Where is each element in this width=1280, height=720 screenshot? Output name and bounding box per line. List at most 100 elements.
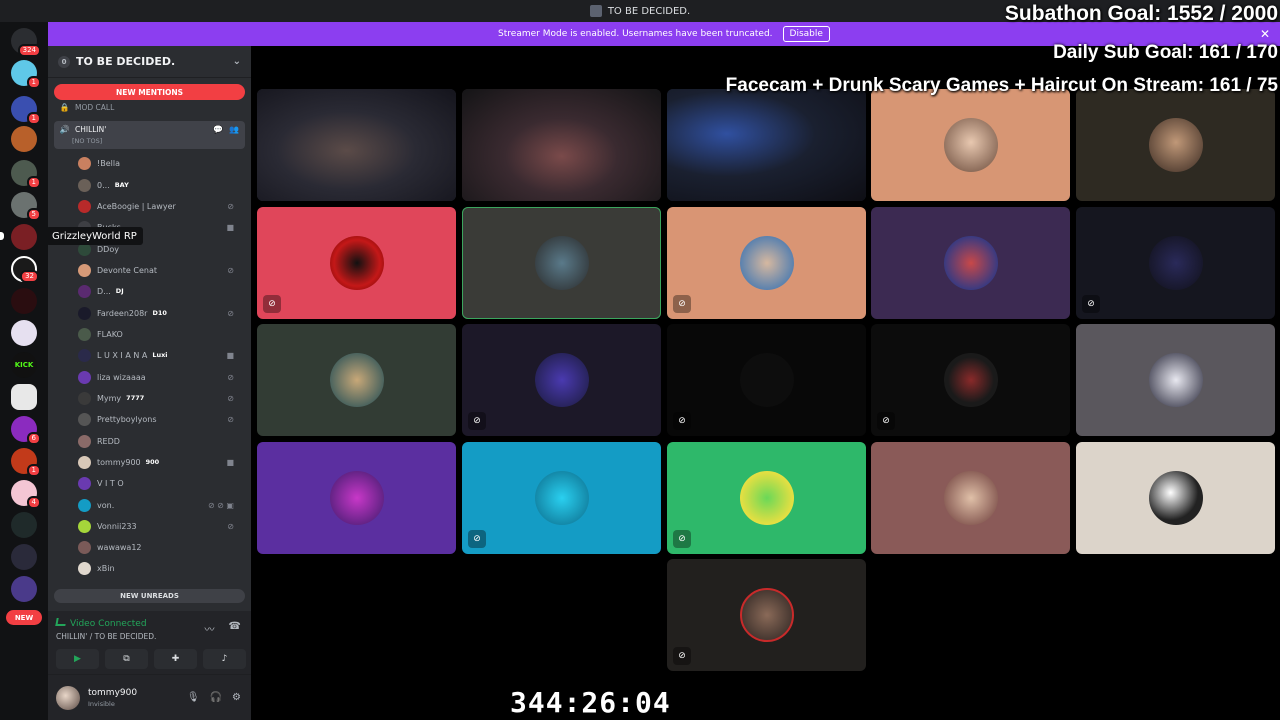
server-icon[interactable]: 1: [11, 60, 41, 89]
video-tile[interactable]: ⊘: [667, 442, 866, 554]
video-tile[interactable]: [257, 442, 456, 554]
voice-member[interactable]: xBin: [78, 558, 238, 578]
voice-member[interactable]: tommy900 900 ■: [78, 452, 238, 472]
server-icon[interactable]: 5: [11, 192, 41, 221]
member-name: D...: [97, 286, 111, 296]
channel-mod-call[interactable]: 🔒 MOD CALL: [54, 98, 245, 116]
voice-member[interactable]: L U X I A N A Luxi ■: [78, 345, 238, 365]
channel-chillin[interactable]: 🔊 CHILLIN' [NO TOS] 💬 👥: [54, 121, 245, 149]
member-name: AceBoogie | Lawyer: [97, 201, 176, 211]
member-tag: DJ: [115, 287, 124, 295]
gear-icon[interactable]: ⚙: [232, 692, 241, 703]
voice-member[interactable]: !Bella: [78, 153, 238, 173]
server-icon[interactable]: [11, 320, 37, 346]
server-icon[interactable]: [11, 512, 37, 538]
video-tile[interactable]: ⊘: [1076, 207, 1275, 319]
voice-connection-status[interactable]: Video Connected: [56, 618, 147, 629]
voice-member[interactable]: wawawa12: [78, 537, 238, 557]
video-tile[interactable]: [1076, 442, 1275, 554]
voice-member[interactable]: Devonte Cenat ⊘: [78, 260, 238, 280]
chevron-down-icon: ⌄: [232, 56, 241, 67]
video-tile[interactable]: ⊘: [667, 207, 866, 319]
server-icon[interactable]: [11, 384, 37, 410]
video-tile[interactable]: ⊘: [462, 442, 661, 554]
server-icon[interactable]: [11, 576, 37, 602]
close-icon[interactable]: ✕: [1260, 27, 1270, 41]
video-tile[interactable]: [1076, 324, 1275, 436]
video-tile[interactable]: [257, 89, 456, 201]
server-name: TO BE DECIDED.: [76, 55, 176, 68]
microphone-icon[interactable]: 🎙: [187, 692, 200, 703]
voice-member[interactable]: von. ⊘ ⊘ ▣: [78, 495, 238, 515]
member-name: V I T O: [97, 478, 124, 488]
server-icon[interactable]: 4: [11, 480, 41, 509]
member-tag: 900: [145, 458, 160, 466]
avatar: [739, 236, 794, 290]
avatar: [78, 412, 91, 426]
avatar: [534, 353, 589, 407]
voice-member[interactable]: 0... BAY: [78, 175, 238, 195]
voice-member[interactable]: Mymy 7777 ⊘: [78, 388, 238, 408]
avatar[interactable]: [56, 685, 80, 710]
video-tile[interactable]: ⊘: [871, 324, 1070, 436]
video-tile[interactable]: [871, 89, 1070, 201]
server-icon[interactable]: [11, 288, 37, 314]
server-icon[interactable]: 1: [11, 96, 41, 125]
muted-icon: ⊘: [468, 412, 486, 430]
voice-member[interactable]: AceBoogie | Lawyer ⊘: [78, 196, 238, 216]
new-servers-pill[interactable]: NEW: [6, 610, 42, 625]
chat-icon[interactable]: 💬: [213, 125, 223, 134]
user-info[interactable]: tommy900 Invisible: [88, 688, 137, 708]
voice-location[interactable]: CHILLIN' / TO BE DECIDED.: [56, 632, 156, 641]
video-tile[interactable]: ⊘: [667, 559, 866, 671]
activities-button[interactable]: ✚: [154, 649, 197, 669]
voice-member[interactable]: FLAKO: [78, 324, 238, 344]
video-tile[interactable]: [871, 442, 1070, 554]
voice-member[interactable]: liza wizaaaa ⊘: [78, 367, 238, 387]
video-tile[interactable]: [1076, 89, 1275, 201]
video-tile-speaking[interactable]: [462, 207, 661, 319]
avatar: [78, 327, 91, 341]
discord-home-icon[interactable]: 324: [11, 28, 41, 57]
window-title: TO BE DECIDED.: [607, 5, 691, 17]
server-icon[interactable]: [11, 224, 37, 250]
server-header[interactable]: 0 TO BE DECIDED. ⌄: [48, 46, 251, 78]
server-icon[interactable]: [11, 544, 37, 570]
voice-member[interactable]: REDD: [78, 431, 238, 451]
server-icon[interactable]: [11, 126, 37, 152]
disable-streamer-mode-button[interactable]: Disable: [782, 26, 830, 42]
video-tile[interactable]: ⊘: [462, 324, 661, 436]
video-tile[interactable]: ⊘: [257, 207, 456, 319]
server-icon[interactable]: 1: [11, 160, 41, 189]
voice-member[interactable]: D... DJ: [78, 281, 238, 301]
voice-member[interactable]: Fardeen208r D10 ⊘: [78, 303, 238, 323]
add-member-icon[interactable]: 👥: [229, 125, 239, 134]
soundboard-button[interactable]: ♪: [203, 649, 246, 669]
camera-button[interactable]: ▶: [56, 649, 99, 669]
channel-subtitle: [NO TOS]: [72, 137, 103, 145]
lock-voice-icon: 🔒: [59, 102, 70, 112]
video-tile[interactable]: [667, 89, 866, 201]
avatar: [943, 471, 998, 525]
video-tile[interactable]: ⊘: [667, 324, 866, 436]
server-icon[interactable]: 1: [11, 448, 41, 477]
voice-member[interactable]: Vonnii233 ⊘: [78, 516, 238, 536]
screen-share-button[interactable]: ⧉: [105, 649, 148, 669]
subathon-timer: 344:26:04: [510, 686, 671, 719]
video-tile[interactable]: [462, 89, 661, 201]
server-list[interactable]: 324 1 1 1 5 32 KICK 6 1 4 NEW: [0, 22, 48, 720]
server-icon[interactable]: 6: [11, 416, 41, 445]
member-name: xBin: [97, 563, 115, 573]
new-unreads-pill[interactable]: NEW UNREADS: [54, 589, 245, 603]
voice-member[interactable]: V I T O: [78, 473, 238, 493]
server-icon[interactable]: 32: [11, 256, 39, 283]
kick-server-icon[interactable]: KICK: [11, 352, 37, 378]
voice-member[interactable]: Prettyboylyons ⊘: [78, 409, 238, 429]
headphones-icon[interactable]: 🎧: [210, 692, 222, 703]
video-tile[interactable]: [871, 207, 1070, 319]
muted-icon: ⊘: [227, 201, 234, 211]
noise-suppression-icon[interactable]: 〰: [205, 621, 215, 636]
disconnect-icon[interactable]: ☎: [229, 621, 241, 636]
new-mentions-pill[interactable]: NEW MENTIONS: [54, 84, 245, 100]
video-tile[interactable]: [257, 324, 456, 436]
